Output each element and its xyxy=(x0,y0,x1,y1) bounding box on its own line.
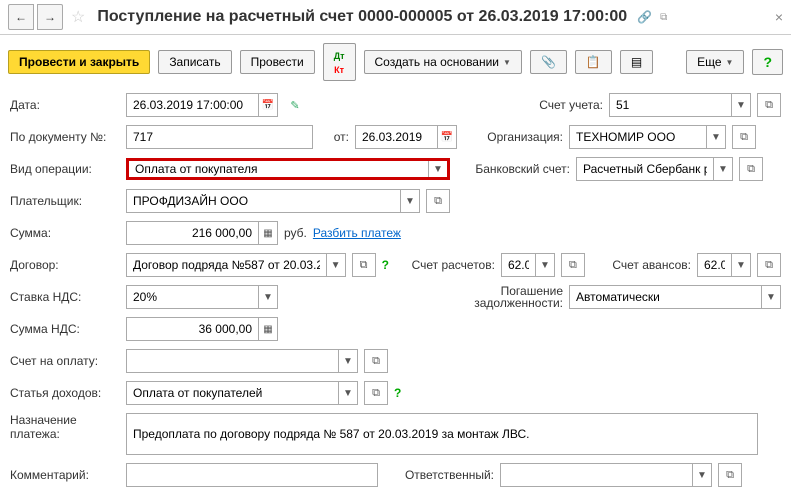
save-button[interactable]: Записать xyxy=(158,50,231,74)
calendar-icon[interactable]: 📅 xyxy=(437,126,456,148)
chevron-down-icon[interactable]: ▼ xyxy=(761,286,780,308)
responsible-label: Ответственный: xyxy=(394,468,494,482)
post-button[interactable]: Провести xyxy=(240,50,315,74)
comment-label: Комментарий: xyxy=(10,468,120,482)
create-based-button[interactable]: Создать на основании▼ xyxy=(364,50,522,74)
invoice-label: Счет на оплату: xyxy=(10,354,120,368)
page-title: Поступление на расчетный счет 0000-00000… xyxy=(97,8,627,26)
vat-sum-field[interactable]: ▦ xyxy=(126,317,278,341)
adv-acc-label: Счет авансов: xyxy=(601,258,691,272)
open-icon[interactable]: ⧉ xyxy=(718,463,742,487)
invoice-field[interactable]: ▼ xyxy=(126,349,358,373)
vat-rate-label: Ставка НДС: xyxy=(10,290,120,304)
title-bar: ← → ☆ Поступление на расчетный счет 0000… xyxy=(0,0,791,35)
calendar-icon[interactable]: 📅 xyxy=(258,94,277,116)
account-label: Счет учета: xyxy=(523,98,603,112)
chevron-down-icon[interactable]: ▼ xyxy=(338,350,357,372)
split-payment-link[interactable]: Разбить платеж xyxy=(313,226,401,240)
from-label: от: xyxy=(329,130,349,144)
sum-label: Сумма: xyxy=(10,226,120,240)
close-icon[interactable]: × xyxy=(775,9,783,25)
link-icon[interactable]: 🔗 xyxy=(637,10,652,24)
open-icon[interactable]: ⧉ xyxy=(757,93,781,117)
action-bar: Провести и закрыть Записать Провести ДтК… xyxy=(0,35,791,89)
org-label: Организация: xyxy=(473,130,563,144)
open-icon[interactable]: ⧉ xyxy=(364,349,388,373)
income-label: Статья доходов: xyxy=(10,386,120,400)
open-icon[interactable]: ⧉ xyxy=(426,189,450,213)
docnum-field[interactable] xyxy=(126,125,313,149)
open-icon[interactable]: ⧉ xyxy=(739,157,763,181)
docnum-label: По документу №: xyxy=(10,130,120,144)
more-button[interactable]: Еще▼ xyxy=(686,50,744,74)
comment-field[interactable] xyxy=(126,463,378,487)
dt-kt-button[interactable]: ДтКт xyxy=(323,43,356,81)
calc-account-field[interactable]: ▼ xyxy=(501,253,555,277)
chevron-down-icon[interactable]: ▼ xyxy=(258,286,277,308)
debt-repayment-field[interactable]: ▼ xyxy=(569,285,781,309)
forward-button[interactable]: → xyxy=(37,4,63,30)
date-action-icon[interactable]: ✎ xyxy=(284,94,306,116)
chevron-down-icon[interactable]: ▼ xyxy=(428,161,447,177)
payment-purpose-field[interactable] xyxy=(126,413,758,455)
window-icon[interactable]: ⧉ xyxy=(660,12,667,23)
purpose-label: Назначение платежа: xyxy=(10,413,120,441)
payer-field[interactable]: ▼ xyxy=(126,189,420,213)
favorite-icon[interactable]: ☆ xyxy=(71,7,85,27)
operation-type-field[interactable]: ▼ xyxy=(126,158,450,180)
contract-field[interactable]: ▼ xyxy=(126,253,346,277)
chevron-down-icon[interactable]: ▼ xyxy=(731,254,750,276)
copy-button[interactable]: 📋 xyxy=(575,50,612,74)
chevron-down-icon[interactable]: ▼ xyxy=(400,190,419,212)
help-button[interactable]: ? xyxy=(752,49,783,75)
vat-sum-label: Сумма НДС: xyxy=(10,322,120,336)
chevron-down-icon[interactable]: ▼ xyxy=(535,254,554,276)
bank-account-field[interactable]: ▼ xyxy=(576,157,733,181)
sum-field[interactable]: ▦ xyxy=(126,221,278,245)
open-icon[interactable]: ⧉ xyxy=(352,253,376,277)
bank-label: Банковский счет: xyxy=(466,162,570,176)
account-field[interactable]: ▼ xyxy=(609,93,751,117)
responsible-field[interactable]: ▼ xyxy=(500,463,712,487)
chevron-down-icon[interactable]: ▼ xyxy=(731,94,750,116)
help-icon[interactable]: ? xyxy=(382,258,389,272)
vat-rate-field[interactable]: ▼ xyxy=(126,285,278,309)
post-and-close-button[interactable]: Провести и закрыть xyxy=(8,50,150,74)
calculator-icon[interactable]: ▦ xyxy=(258,222,277,244)
chevron-down-icon[interactable]: ▼ xyxy=(713,158,732,180)
back-button[interactable]: ← xyxy=(8,4,34,30)
open-icon[interactable]: ⧉ xyxy=(757,253,781,277)
calc-acc-label: Счет расчетов: xyxy=(405,258,495,272)
advance-account-field[interactable]: ▼ xyxy=(697,253,751,277)
chevron-down-icon[interactable]: ▼ xyxy=(326,254,345,276)
debt-label: Погашение задолженности: xyxy=(458,285,563,309)
open-icon[interactable]: ⧉ xyxy=(732,125,756,149)
attach-button[interactable]: 📎 xyxy=(530,50,567,74)
payer-label: Плательщик: xyxy=(10,194,120,208)
chevron-down-icon[interactable]: ▼ xyxy=(692,464,711,486)
open-icon[interactable]: ⧉ xyxy=(364,381,388,405)
optype-label: Вид операции: xyxy=(10,162,120,176)
form-body: Дата: 📅 ✎ Счет учета: ▼ ⧉ По документу №… xyxy=(0,89,791,499)
help-icon[interactable]: ? xyxy=(394,386,401,400)
calculator-icon[interactable]: ▦ xyxy=(258,318,277,340)
date-field[interactable]: 📅 xyxy=(126,93,278,117)
chevron-down-icon[interactable]: ▼ xyxy=(338,382,357,404)
currency-label: руб. xyxy=(284,226,307,240)
org-field[interactable]: ▼ xyxy=(569,125,726,149)
chevron-down-icon[interactable]: ▼ xyxy=(706,126,725,148)
report-button[interactable]: ▤ xyxy=(620,50,653,74)
date-label: Дата: xyxy=(10,98,120,112)
income-item-field[interactable]: ▼ xyxy=(126,381,358,405)
from-date-field[interactable]: 📅 xyxy=(355,125,457,149)
contract-label: Договор: xyxy=(10,258,120,272)
open-icon[interactable]: ⧉ xyxy=(561,253,585,277)
